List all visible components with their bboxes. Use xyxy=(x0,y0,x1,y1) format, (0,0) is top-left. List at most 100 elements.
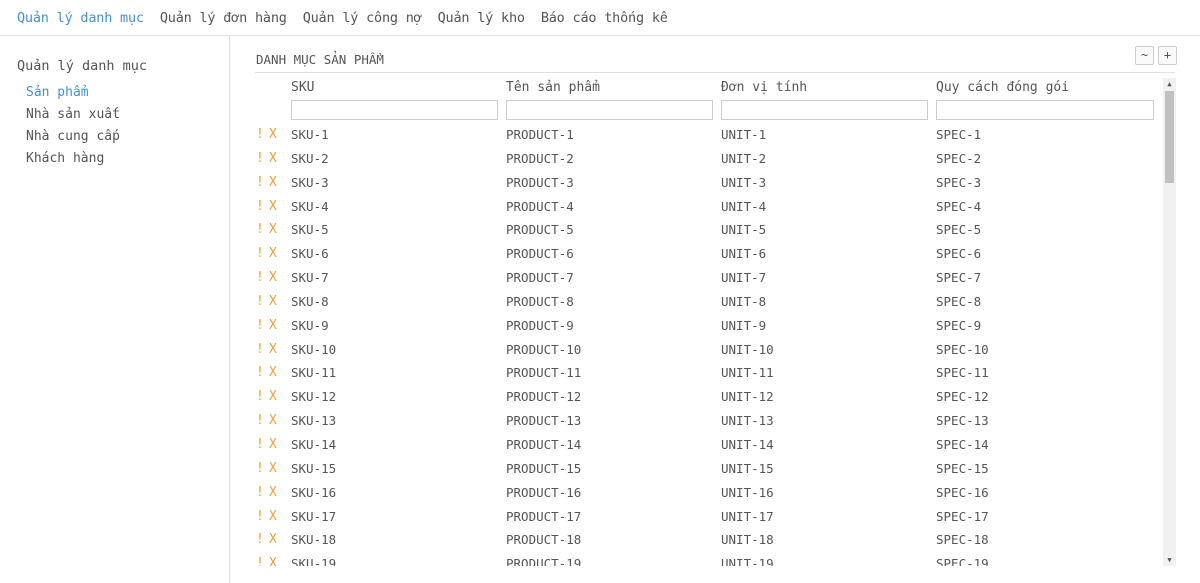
edit-icon[interactable]: ! xyxy=(256,556,264,566)
add-button[interactable]: + xyxy=(1158,46,1177,65)
delete-icon[interactable]: X xyxy=(269,175,277,190)
cell-quy-cach-dong-goi: SPEC-19 xyxy=(936,556,989,566)
cell-ten-san-pham: PRODUCT-11 xyxy=(506,365,582,381)
edit-icon[interactable]: ! xyxy=(256,199,264,214)
cell-sku: SKU-5 xyxy=(291,222,329,238)
edit-icon[interactable]: ! xyxy=(256,127,264,142)
cell-sku: SKU-4 xyxy=(291,198,329,214)
cell-sku: SKU-15 xyxy=(291,460,337,476)
delete-icon[interactable]: X xyxy=(269,342,277,357)
cell-ten-san-pham: PRODUCT-4 xyxy=(506,198,574,214)
panel-header: DANH MỤC SẢN PHẨM ~ + xyxy=(255,46,1177,73)
edit-icon[interactable]: ! xyxy=(256,413,264,428)
delete-icon[interactable]: X xyxy=(269,246,277,261)
cell-sku: SKU-3 xyxy=(291,174,329,190)
cell-quy-cach-dong-goi: SPEC-7 xyxy=(936,270,982,286)
filter-input-sku[interactable] xyxy=(291,100,498,120)
table-row: ! X SKU-3 PRODUCT-3 UNIT-3 SPEC-3 xyxy=(255,173,1165,197)
cell-quy-cach-dong-goi: SPEC-17 xyxy=(936,508,989,524)
edit-icon[interactable]: ! xyxy=(256,485,264,500)
nav-item-quan-ly-don-hang[interactable]: Quản lý đơn hàng xyxy=(152,10,295,26)
edit-icon[interactable]: ! xyxy=(256,389,264,404)
filter-input-quy-cach-dong-goi[interactable] xyxy=(936,100,1154,120)
table-row: ! X SKU-8 PRODUCT-8 UNIT-8 SPEC-8 xyxy=(255,292,1165,316)
scroll-up-icon[interactable]: ▲ xyxy=(1163,78,1176,90)
filter-input-don-vi-tinh[interactable] xyxy=(721,100,928,120)
main-content: DANH MỤC SẢN PHẨM ~ + SKU Tên sản phẩm Đ… xyxy=(230,36,1200,583)
edit-icon[interactable]: ! xyxy=(256,365,264,380)
delete-icon[interactable]: X xyxy=(269,318,277,333)
cell-sku: SKU-2 xyxy=(291,150,329,166)
cell-don-vi-tinh: UNIT-19 xyxy=(721,556,774,566)
filter-input-ten-san-pham[interactable] xyxy=(506,100,713,120)
edit-icon[interactable]: ! xyxy=(256,270,264,285)
edit-icon[interactable]: ! xyxy=(256,151,264,166)
nav-item-quan-ly-danh-muc[interactable]: Quản lý danh mục xyxy=(9,10,152,26)
cell-ten-san-pham: PRODUCT-14 xyxy=(506,436,582,452)
collapse-button[interactable]: ~ xyxy=(1135,46,1154,65)
table-row: ! X SKU-12 PRODUCT-12 UNIT-12 SPEC-12 xyxy=(255,387,1165,411)
cell-ten-san-pham: PRODUCT-5 xyxy=(506,222,574,238)
cell-sku: SKU-16 xyxy=(291,484,337,500)
delete-icon[interactable]: X xyxy=(269,270,277,285)
delete-icon[interactable]: X xyxy=(269,461,277,476)
edit-icon[interactable]: ! xyxy=(256,461,264,476)
delete-icon[interactable]: X xyxy=(269,365,277,380)
cell-don-vi-tinh: UNIT-14 xyxy=(721,436,774,452)
edit-icon[interactable]: ! xyxy=(256,342,264,357)
edit-icon[interactable]: ! xyxy=(256,509,264,524)
edit-icon[interactable]: ! xyxy=(256,532,264,547)
delete-icon[interactable]: X xyxy=(269,509,277,524)
vertical-scrollbar[interactable]: ▲ ▼ xyxy=(1163,78,1176,566)
delete-icon[interactable]: X xyxy=(269,413,277,428)
delete-icon[interactable]: X xyxy=(269,151,277,166)
delete-icon[interactable]: X xyxy=(269,389,277,404)
delete-icon[interactable]: X xyxy=(269,556,277,566)
cell-don-vi-tinh: UNIT-9 xyxy=(721,317,767,333)
edit-icon[interactable]: ! xyxy=(256,318,264,333)
edit-icon[interactable]: ! xyxy=(256,175,264,190)
cell-don-vi-tinh: UNIT-2 xyxy=(721,150,767,166)
cell-don-vi-tinh: UNIT-4 xyxy=(721,198,767,214)
cell-sku: SKU-10 xyxy=(291,341,337,357)
delete-icon[interactable]: X xyxy=(269,199,277,214)
table-row: ! X SKU-4 PRODUCT-4 UNIT-4 SPEC-4 xyxy=(255,197,1165,221)
table-row: ! X SKU-19 PRODUCT-19 UNIT-19 SPEC-19 xyxy=(255,554,1165,566)
nav-item-quan-ly-cong-no[interactable]: Quản lý công nợ xyxy=(295,10,430,26)
cell-quy-cach-dong-goi: SPEC-5 xyxy=(936,222,982,238)
column-header-ten-san-pham[interactable]: Tên sản phẩm xyxy=(506,80,600,95)
column-header-sku[interactable]: SKU xyxy=(291,80,314,95)
column-header-don-vi-tinh[interactable]: Đơn vị tính xyxy=(721,80,807,95)
delete-icon[interactable]: X xyxy=(269,437,277,452)
sidebar-item-nha-san-xuat[interactable]: Nhà sản xuất xyxy=(26,106,120,128)
panel-title: DANH MỤC SẢN PHẨM xyxy=(256,52,384,67)
table-row: ! X SKU-17 PRODUCT-17 UNIT-17 SPEC-17 xyxy=(255,507,1165,531)
edit-icon[interactable]: ! xyxy=(256,437,264,452)
nav-item-quan-ly-kho[interactable]: Quản lý kho xyxy=(430,10,533,26)
cell-quy-cach-dong-goi: SPEC-2 xyxy=(936,150,982,166)
scroll-thumb[interactable] xyxy=(1165,91,1174,183)
delete-icon[interactable]: X xyxy=(269,485,277,500)
sidebar-item-san-pham[interactable]: Sản phẩm xyxy=(26,84,120,106)
cell-sku: SKU-6 xyxy=(291,246,329,262)
cell-quy-cach-dong-goi: SPEC-13 xyxy=(936,413,989,429)
table-row: ! X SKU-16 PRODUCT-16 UNIT-16 SPEC-16 xyxy=(255,483,1165,507)
cell-sku: SKU-12 xyxy=(291,389,337,405)
cell-ten-san-pham: PRODUCT-12 xyxy=(506,389,582,405)
cell-ten-san-pham: PRODUCT-6 xyxy=(506,246,574,262)
scroll-down-icon[interactable]: ▼ xyxy=(1163,554,1176,566)
delete-icon[interactable]: X xyxy=(269,532,277,547)
sidebar-item-khach-hang[interactable]: Khách hàng xyxy=(26,150,120,172)
cell-sku: SKU-1 xyxy=(291,127,329,142)
table-row: ! X SKU-10 PRODUCT-10 UNIT-10 SPEC-10 xyxy=(255,340,1165,364)
delete-icon[interactable]: X xyxy=(269,294,277,309)
cell-ten-san-pham: PRODUCT-9 xyxy=(506,317,574,333)
edit-icon[interactable]: ! xyxy=(256,294,264,309)
nav-item-bao-cao-thong-ke[interactable]: Báo cáo thống kê xyxy=(533,10,676,26)
edit-icon[interactable]: ! xyxy=(256,222,264,237)
column-header-quy-cach-dong-goi[interactable]: Quy cách đóng gói xyxy=(936,80,1069,95)
delete-icon[interactable]: X xyxy=(269,222,277,237)
delete-icon[interactable]: X xyxy=(269,127,277,142)
sidebar-item-nha-cung-cap[interactable]: Nhà cung cấp xyxy=(26,128,120,150)
edit-icon[interactable]: ! xyxy=(256,246,264,261)
